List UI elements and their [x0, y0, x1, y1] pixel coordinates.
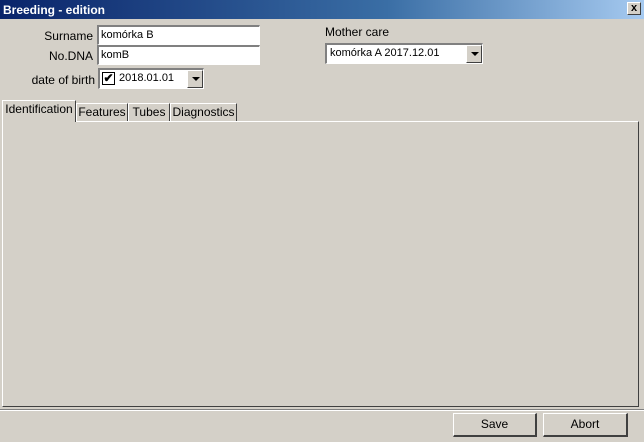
title-bar: Breeding - edition x — [0, 0, 644, 19]
dob-checkbox[interactable]: ✔ — [102, 72, 115, 85]
tab-features[interactable]: Features — [76, 103, 128, 122]
chevron-down-icon[interactable] — [187, 70, 203, 88]
mother-care-select[interactable]: komórka A 2017.12.01 — [325, 43, 483, 64]
footer-divider — [0, 409, 644, 411]
mother-care-value: komórka A 2017.12.01 — [330, 47, 440, 59]
dna-label: No.DNA — [48, 49, 93, 63]
tab-tubes[interactable]: Tubes — [128, 103, 170, 122]
dob-label: date of birth — [31, 73, 95, 87]
close-button[interactable]: x — [627, 2, 641, 15]
save-button[interactable]: Save — [453, 413, 537, 437]
tab-panel-identification — [2, 121, 639, 407]
tab-label: Tubes — [132, 105, 166, 119]
dna-input[interactable]: komB — [97, 45, 260, 65]
checkmark-icon: ✔ — [103, 71, 114, 85]
tab-label: Diagnostics — [172, 105, 235, 119]
dob-picker[interactable]: ✔ 2018.01.01 — [98, 68, 204, 89]
dob-value: 2018.01.01 — [119, 72, 175, 84]
surname-input[interactable]: komórka B — [97, 25, 260, 45]
chevron-down-icon[interactable] — [466, 45, 482, 63]
surname-label: Surname — [44, 29, 93, 43]
close-icon: x — [630, 2, 638, 14]
abort-button[interactable]: Abort — [543, 413, 628, 437]
tab-identification[interactable]: Identification — [2, 100, 76, 122]
tab-label: Features — [78, 105, 126, 119]
tab-label: Identification — [5, 102, 73, 116]
tab-diagnostics[interactable]: Diagnostics — [170, 103, 237, 122]
window-title: Breeding - edition — [3, 3, 105, 17]
mother-care-label: Mother care — [325, 25, 390, 39]
